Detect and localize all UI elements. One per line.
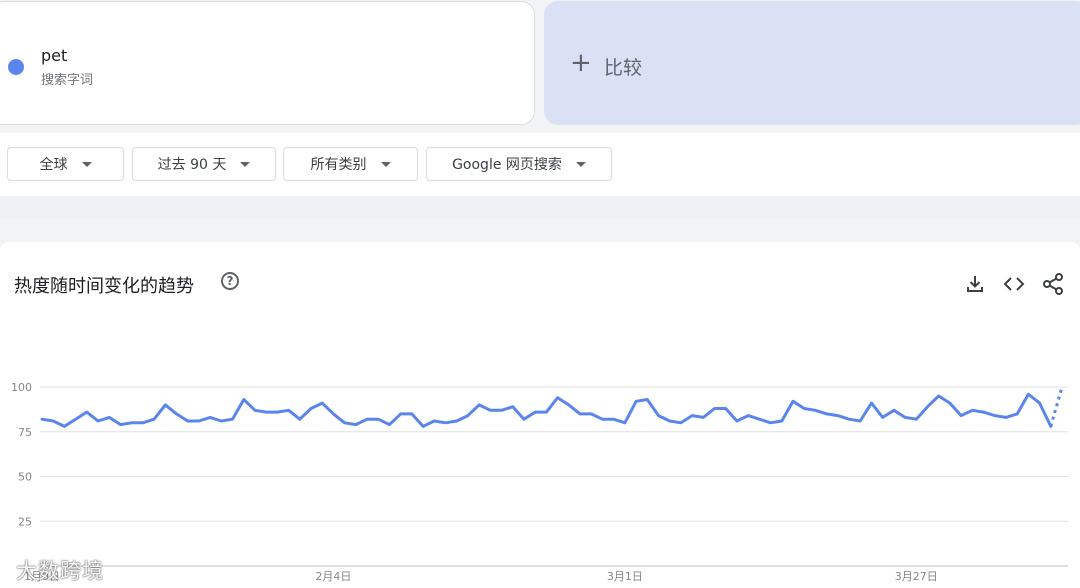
y-tick-label: 25 [18, 515, 32, 528]
watermark: 大数跨境 [16, 559, 104, 583]
x-tick-label: 3月27日 [895, 570, 938, 583]
y-tick-label: 100 [11, 381, 32, 394]
x-tick-label: 2月4日 [315, 570, 351, 583]
x-tick-label: 3月1日 [607, 570, 643, 583]
y-tick-label: 50 [18, 471, 32, 484]
partial-data-segment [1049, 386, 1064, 427]
y-tick-label: 75 [18, 426, 32, 439]
interest-line-chart: 2550751001月9日 2月4日 3月1日 3月27日 [11, 381, 1068, 583]
series-line [40, 392, 1053, 428]
